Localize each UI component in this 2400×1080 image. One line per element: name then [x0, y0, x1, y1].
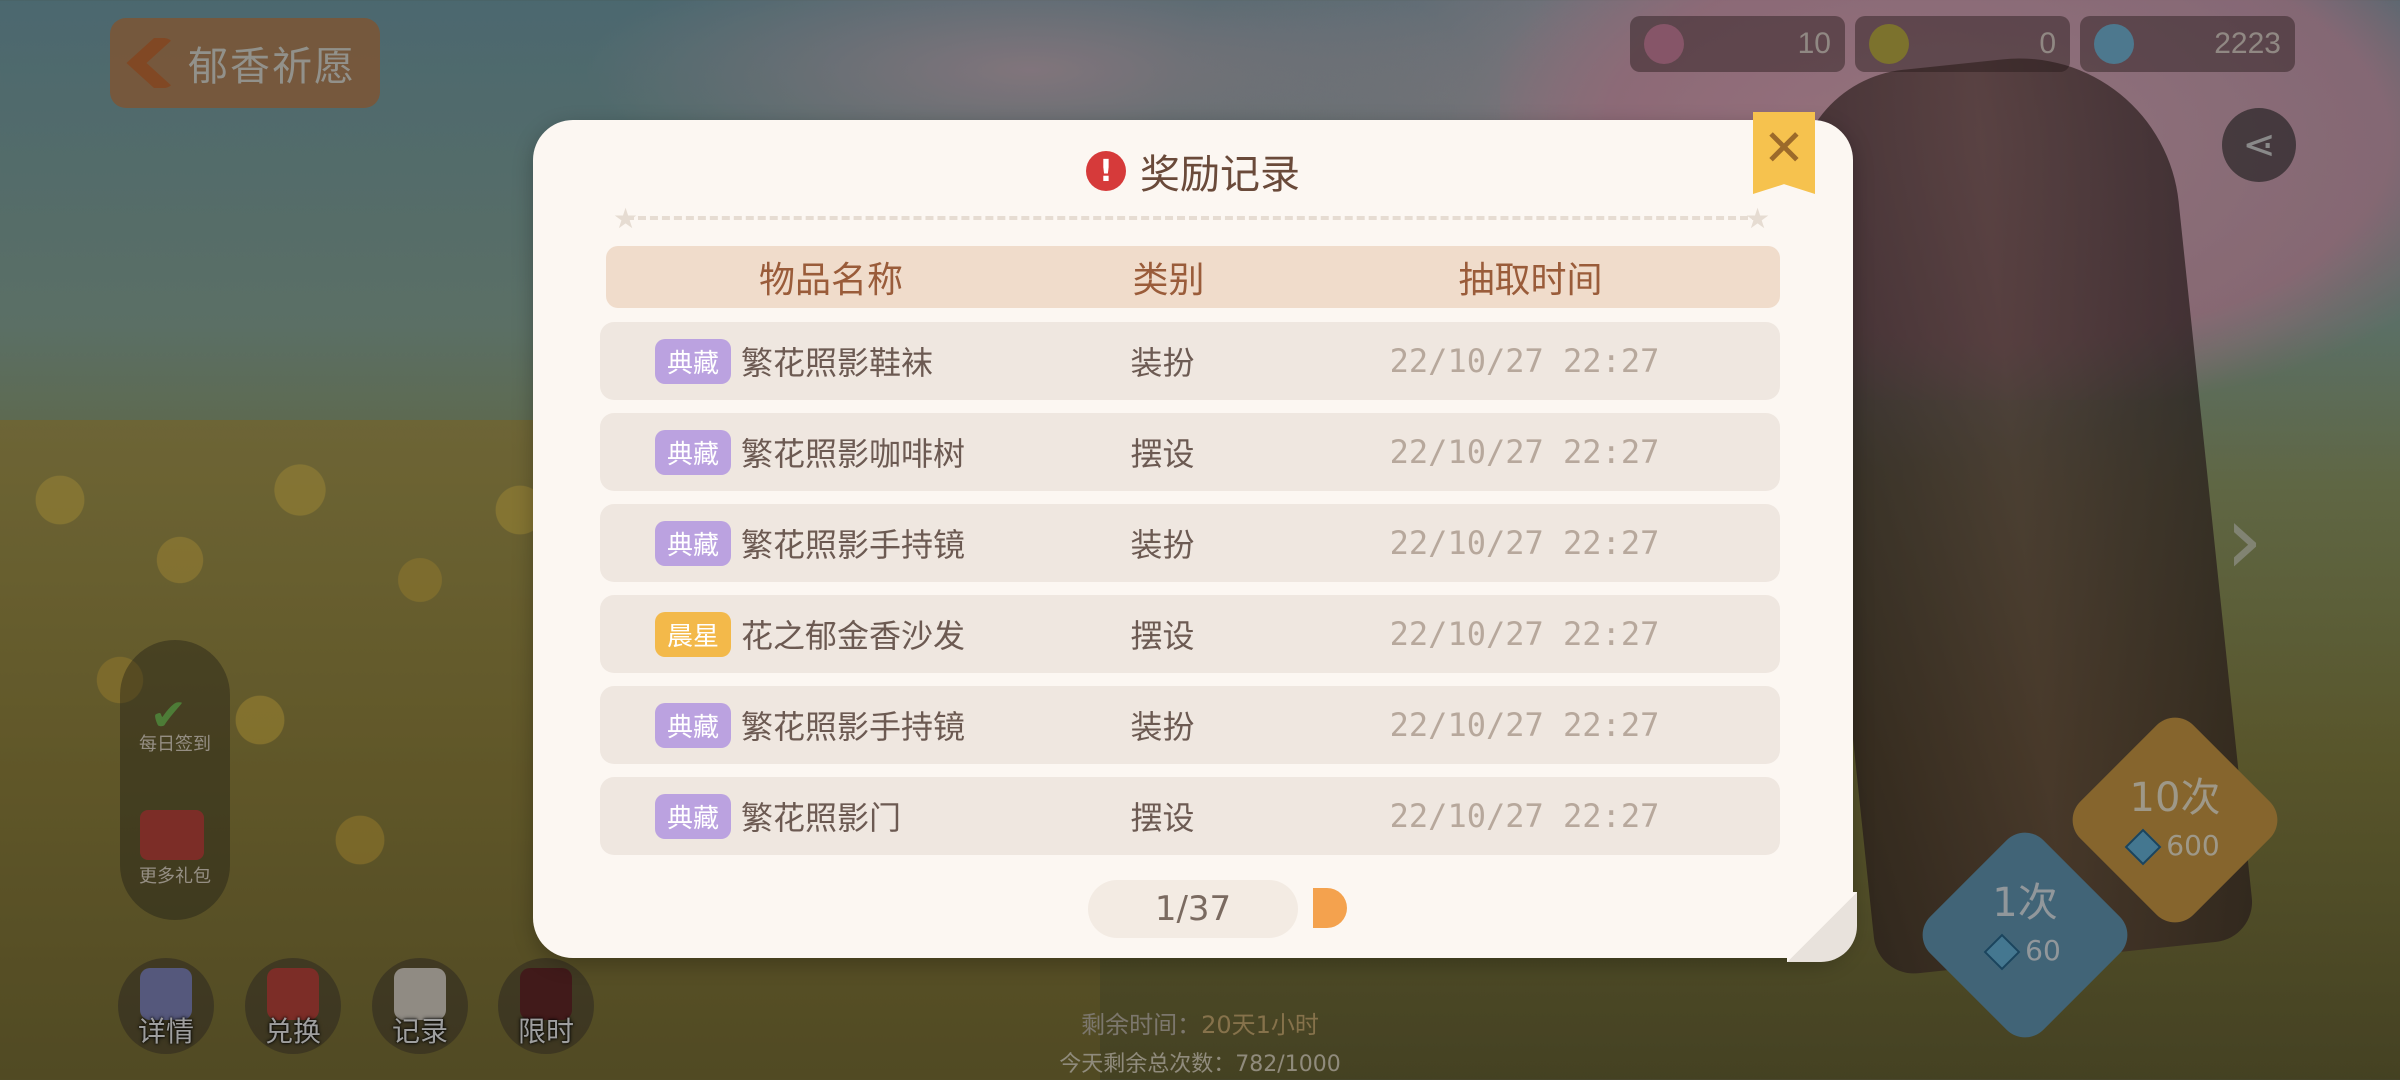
alert-icon: ! — [1086, 151, 1126, 191]
item-name-cell: 晨星 花之郁金香沙发 — [600, 611, 1050, 657]
draw-time: 22/10/27 22:27 — [1389, 706, 1660, 744]
item-category: 装扮 — [1130, 708, 1195, 746]
rarity-tag: 晨星 — [655, 611, 732, 657]
item-name: 繁花照影门 — [741, 799, 902, 837]
column-header-item-name: 物品名称 — [758, 260, 903, 301]
reward-record-dialog: ! 奖励记录 ★ ★ 物品名称 类别 抽取时间 典藏 繁花照影鞋袜 装扮 22/10/… — [533, 120, 1857, 962]
item-category: 装扮 — [1130, 526, 1195, 564]
table-row[interactable]: 晨星 花之郁金香沙发 摆设 22/10/27 22:27 — [600, 595, 1780, 673]
rarity-tag: 典藏 — [655, 429, 732, 475]
star-icon: ★ — [1745, 202, 1771, 235]
rarity-tag: 典藏 — [655, 702, 732, 748]
item-name: 繁花照影手持镜 — [741, 708, 966, 746]
item-name: 繁花照影鞋袜 — [741, 344, 934, 382]
table-header: 物品名称 类别 抽取时间 — [606, 246, 1780, 308]
draw-time: 22/10/27 22:27 — [1389, 797, 1660, 835]
item-category: 摆设 — [1130, 617, 1195, 655]
draw-time: 22/10/27 22:27 — [1389, 615, 1660, 653]
item-name: 繁花照影咖啡树 — [741, 435, 966, 473]
item-name-cell: 典藏 繁花照影鞋袜 — [600, 338, 1050, 384]
item-category: 摆设 — [1130, 435, 1195, 473]
item-name-cell: 典藏 繁花照影咖啡树 — [600, 429, 1050, 475]
table-row[interactable]: 典藏 繁花照影鞋袜 装扮 22/10/27 22:27 — [600, 322, 1780, 400]
item-category: 装扮 — [1130, 344, 1195, 382]
next-page-button[interactable] — [1313, 888, 1347, 928]
item-name: 花之郁金香沙发 — [741, 617, 966, 655]
close-icon: ✕ — [1763, 119, 1805, 177]
rarity-tag: 典藏 — [655, 520, 732, 566]
dialog-title: ! 奖励记录 — [533, 142, 1853, 200]
item-name-cell: 典藏 繁花照影手持镜 — [600, 702, 1050, 748]
rarity-tag: 典藏 — [655, 338, 732, 384]
dialog-title-text: 奖励记录 — [1140, 152, 1300, 198]
item-category: 摆设 — [1130, 799, 1195, 837]
item-name-cell: 典藏 繁花照影手持镜 — [600, 520, 1050, 566]
draw-time: 22/10/27 22:27 — [1389, 342, 1660, 380]
page-indicator: 1/37 — [1088, 880, 1298, 938]
table-row[interactable]: 典藏 繁花照影咖啡树 摆设 22/10/27 22:27 — [600, 413, 1780, 491]
item-name-cell: 典藏 繁花照影门 — [600, 793, 1050, 839]
close-button[interactable]: ✕ — [1753, 112, 1815, 194]
table-row[interactable]: 典藏 繁花照影手持镜 装扮 22/10/27 22:27 — [600, 686, 1780, 764]
dashed-divider — [626, 216, 1760, 220]
draw-time: 22/10/27 22:27 — [1389, 433, 1660, 471]
draw-time: 22/10/27 22:27 — [1389, 524, 1660, 562]
table-row[interactable]: 典藏 繁花照影门 摆设 22/10/27 22:27 — [600, 777, 1780, 855]
rarity-tag: 典藏 — [655, 793, 732, 839]
column-header-draw-time: 抽取时间 — [1458, 260, 1603, 301]
column-header-category: 类别 — [1132, 260, 1205, 301]
table-row[interactable]: 典藏 繁花照影手持镜 装扮 22/10/27 22:27 — [600, 504, 1780, 582]
item-name: 繁花照影手持镜 — [741, 526, 966, 564]
